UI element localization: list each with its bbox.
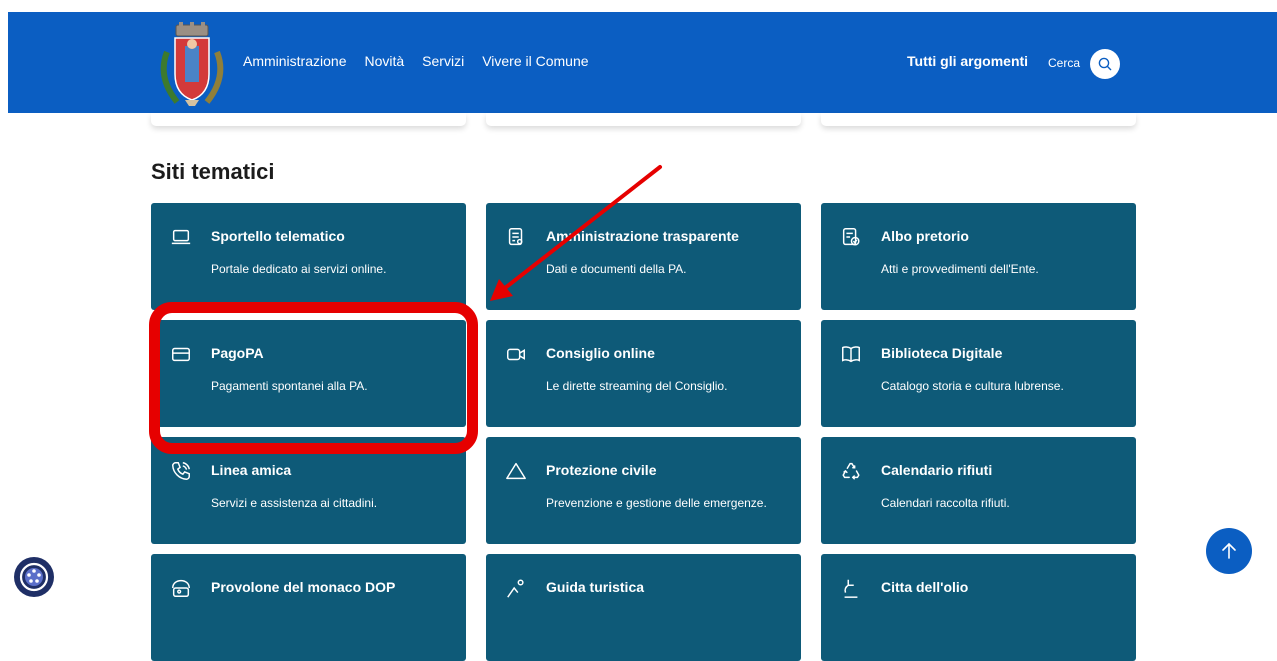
previous-card-bottom	[151, 113, 466, 126]
tile-biblioteca-digitale[interactable]: Biblioteca Digitale Catalogo storia e cu…	[821, 320, 1136, 427]
checked-document-icon	[842, 228, 860, 246]
nav-servizi[interactable]: Servizi	[422, 53, 464, 69]
tile-description: Le dirette streaming del Consiglio.	[546, 379, 728, 393]
tile-provolone-del-monaco[interactable]: Provolone del monaco DOP	[151, 554, 466, 661]
nav-amministrazione[interactable]: Amministrazione	[243, 53, 346, 69]
tile-description: Portale dedicato ai servizi online.	[211, 262, 387, 276]
tile-description: Servizi e assistenza ai cittadini.	[211, 496, 378, 510]
tile-description: Prevenzione e gestione delle emergenze.	[546, 496, 767, 510]
scroll-to-top-button[interactable]	[1206, 528, 1252, 574]
video-icon	[507, 348, 525, 361]
tile-guida-turistica[interactable]: Guida turistica	[486, 554, 801, 661]
tile-title: Sportello telematico	[211, 228, 345, 244]
tile-title: PagoPA	[211, 345, 264, 361]
search-label[interactable]: Cerca	[1048, 56, 1080, 70]
tile-sportello-telematico[interactable]: Sportello telematico Portale dedicato ai…	[151, 203, 466, 310]
tile-title: Linea amica	[211, 462, 292, 478]
tile-title: Calendario rifiuti	[881, 462, 993, 478]
coat-of-arms-logo[interactable]	[155, 22, 229, 108]
tile-description: Atti e provvedimenti dell'Ente.	[881, 262, 1039, 276]
tile-citta-dell-olio[interactable]: Citta dell'olio	[821, 554, 1136, 661]
nav-novita[interactable]: Novità	[364, 53, 404, 69]
card-icon	[172, 347, 190, 362]
phone-icon	[172, 462, 190, 480]
accessibility-button[interactable]	[14, 557, 54, 597]
search-icon	[1098, 57, 1112, 71]
arrow-up-icon	[1222, 542, 1236, 559]
tile-amministrazione-trasparente[interactable]: Amministrazione trasparente Dati e docum…	[486, 203, 801, 310]
tile-linea-amica[interactable]: Linea amica Servizi e assistenza ai citt…	[151, 437, 466, 544]
tile-title: Provolone del monaco DOP	[211, 579, 396, 595]
tile-description: Dati e documenti della PA.	[546, 262, 687, 276]
tile-title: Citta dell'olio	[881, 579, 969, 595]
tile-pagopa[interactable]: PagoPA Pagamenti spontanei alla PA.	[151, 320, 466, 427]
previous-card-bottom	[821, 113, 1136, 126]
tile-title: Consiglio online	[546, 345, 655, 361]
previous-card-bottom	[486, 113, 801, 126]
tile-title: Albo pretorio	[881, 228, 969, 244]
tile-description: Catalogo storia e cultura lubrense.	[881, 379, 1064, 393]
tile-consiglio-online[interactable]: Consiglio online Le dirette streaming de…	[486, 320, 801, 427]
tile-protezione-civile[interactable]: Protezione civile Prevenzione e gestione…	[486, 437, 801, 544]
recycle-icon	[842, 462, 860, 480]
tile-description: Calendari raccolta rifiuti.	[881, 496, 1010, 510]
tile-calendario-rifiuti[interactable]: Calendario rifiuti Calendari raccolta ri…	[821, 437, 1136, 544]
nav-vivere-il-comune[interactable]: Vivere il Comune	[482, 53, 588, 69]
tile-title: Guida turistica	[546, 579, 645, 595]
all-topics-link[interactable]: Tutti gli argomenti	[907, 53, 1028, 69]
book-icon	[842, 346, 860, 363]
section-title: Siti tematici	[151, 159, 275, 184]
tile-title: Amministrazione trasparente	[546, 228, 739, 244]
tile-description: Pagamenti spontanei alla PA.	[211, 379, 368, 393]
laptop-icon	[171, 229, 191, 245]
search-button[interactable]	[1090, 49, 1120, 79]
tile-title: Biblioteca Digitale	[881, 345, 1003, 361]
tile-albo-pretorio[interactable]: Albo pretorio Atti e provvedimenti dell'…	[821, 203, 1136, 310]
document-icon	[508, 228, 523, 246]
main-navigation: Amministrazione Novità Servizi Vivere il…	[243, 53, 589, 69]
warning-icon	[506, 462, 526, 480]
accessibility-icon	[19, 562, 49, 592]
tile-title: Protezione civile	[546, 462, 657, 478]
